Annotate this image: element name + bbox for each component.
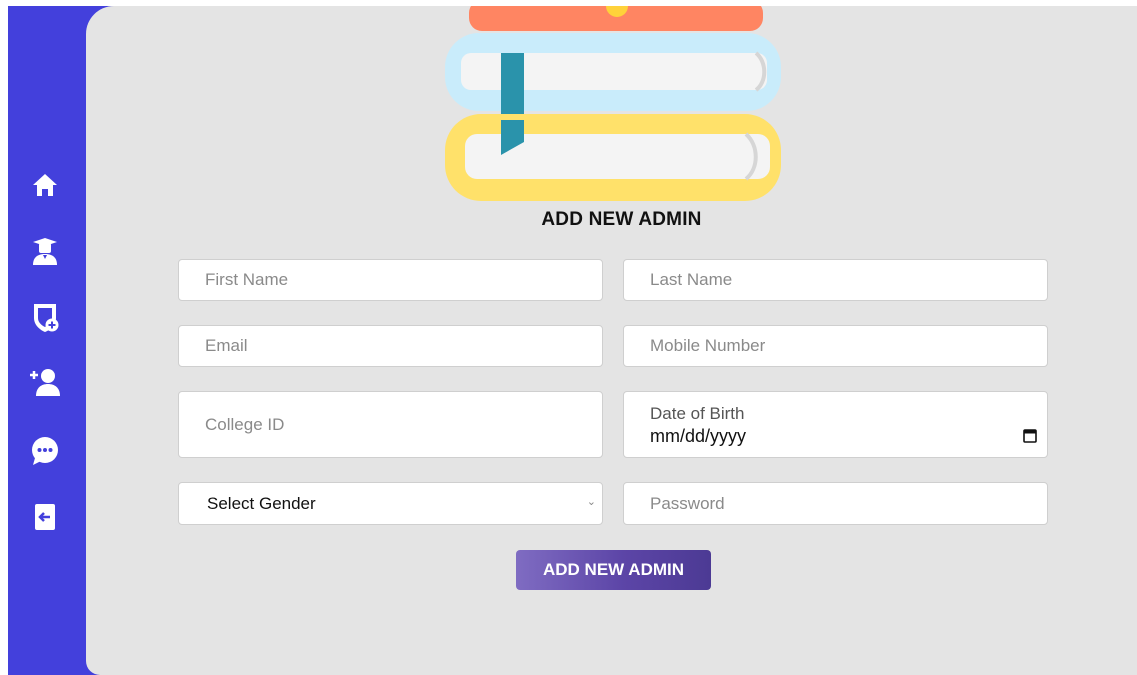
home-icon[interactable] — [29, 169, 61, 201]
first-name-input[interactable]: First Name — [178, 259, 603, 301]
mobile-number-input[interactable]: Mobile Number — [623, 325, 1048, 367]
calendar-icon[interactable] — [1023, 428, 1037, 448]
last-name-input[interactable]: Last Name — [623, 259, 1048, 301]
dob-label: Date of Birth — [650, 403, 745, 423]
main-content: ADD NEW ADMIN First Name Last Name Email… — [86, 6, 1137, 675]
chevron-down-icon: ⌄ — [586, 496, 596, 508]
gender-selected-value: Select Gender — [207, 493, 316, 513]
email-placeholder: Email — [205, 336, 248, 355]
add-admin-button[interactable]: ADD NEW ADMIN — [516, 550, 711, 590]
college-id-input[interactable]: College ID — [178, 391, 603, 458]
password-input[interactable]: Password — [623, 482, 1048, 525]
form-title: ADD NEW ADMIN — [541, 209, 702, 230]
logout-icon[interactable] — [29, 501, 61, 533]
date-of-birth-input[interactable]: Date of Birth mm/dd/yyyy — [623, 391, 1048, 458]
dob-value: mm/dd/yyyy — [650, 425, 747, 446]
mobile-placeholder: Mobile Number — [650, 336, 766, 355]
graduate-icon[interactable] — [29, 235, 61, 267]
last-name-placeholder: Last Name — [650, 270, 733, 289]
college-id-placeholder: College ID — [205, 414, 285, 434]
gender-select[interactable]: Select Gender ⌄ — [178, 482, 603, 525]
email-input[interactable]: Email — [178, 325, 603, 367]
sidebar — [8, 6, 86, 675]
books-illustration — [441, 6, 791, 215]
password-placeholder: Password — [650, 493, 725, 513]
first-name-placeholder: First Name — [205, 270, 289, 289]
add-user-icon[interactable] — [29, 366, 61, 398]
add-shield-icon[interactable] — [29, 301, 61, 333]
app-window: ADD NEW ADMIN First Name Last Name Email… — [8, 6, 1137, 675]
chat-icon[interactable] — [29, 435, 61, 467]
